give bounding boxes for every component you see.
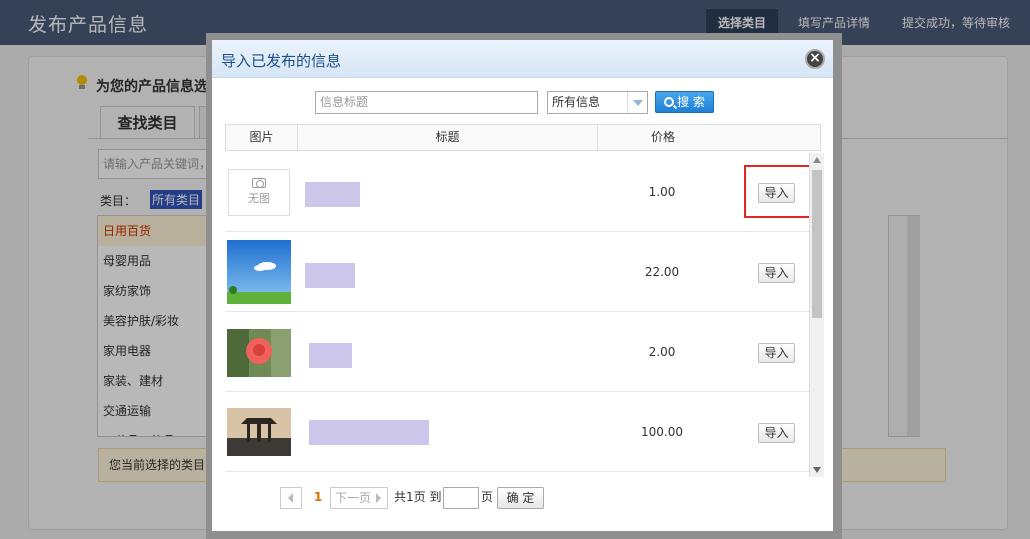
prev-page-button[interactable] xyxy=(280,487,302,509)
no-image-placeholder: 无图 xyxy=(228,169,290,216)
scroll-up-icon[interactable] xyxy=(813,157,821,163)
import-button[interactable]: 导入 xyxy=(758,343,795,363)
search-button-label: 搜 索 xyxy=(677,95,705,109)
next-page-button[interactable]: 下一页 xyxy=(330,487,388,509)
total-pages-label: 共1页 到 xyxy=(394,490,442,504)
thumbnail-pavilion xyxy=(227,408,291,456)
redacted-title xyxy=(309,420,429,445)
no-image-label: 无图 xyxy=(248,192,270,205)
highlight-box xyxy=(744,165,809,218)
column-title: 标题 xyxy=(298,125,598,150)
redacted-title xyxy=(305,263,355,288)
filter-value: 所有信息 xyxy=(552,95,601,109)
row-price: 2.00 xyxy=(648,345,676,359)
close-icon[interactable]: × xyxy=(805,49,825,69)
table-row: 无图 1.00 导入 xyxy=(225,152,809,232)
redacted-title xyxy=(309,343,352,368)
import-dialog: 导入已发布的信息 × 信息标题 所有信息 搜 索 图片 标题 价格 无图 1.0… xyxy=(212,40,833,531)
import-button[interactable]: 导入 xyxy=(758,423,795,443)
row-price: 22.00 xyxy=(644,265,680,279)
chevron-down-icon xyxy=(627,92,647,113)
thumbnail-sky xyxy=(227,240,291,304)
row-price: 1.00 xyxy=(648,185,676,199)
current-page[interactable]: 1 xyxy=(311,487,325,509)
confirm-page-button[interactable]: 确 定 xyxy=(497,487,544,509)
table-header: 图片 标题 价格 xyxy=(225,124,821,151)
search-input[interactable]: 信息标题 xyxy=(315,91,538,114)
import-button[interactable]: 导入 xyxy=(758,263,795,283)
info-list: 无图 1.00 导入 22.00 导入 2.00 导入 100.00 导入 xyxy=(225,152,809,476)
table-row: 22.00 导入 xyxy=(225,232,809,312)
column-price: 价格 xyxy=(650,130,675,144)
search-button[interactable]: 搜 索 xyxy=(655,91,714,113)
table-row: 100.00 导入 xyxy=(225,392,809,472)
camera-icon xyxy=(252,178,266,188)
info-filter-select[interactable]: 所有信息 xyxy=(547,91,648,114)
list-scrollbar[interactable] xyxy=(809,153,824,477)
page-unit-label: 页 xyxy=(481,490,494,504)
scroll-down-icon[interactable] xyxy=(813,467,821,473)
search-icon xyxy=(664,97,675,107)
column-image: 图片 xyxy=(226,125,298,150)
table-row: 2.00 导入 xyxy=(225,312,809,392)
page-number-input[interactable] xyxy=(443,487,479,509)
dialog-header: 导入已发布的信息 × xyxy=(212,40,833,78)
redacted-title xyxy=(305,182,360,207)
row-price: 100.00 xyxy=(641,425,683,439)
thumbnail-rose xyxy=(227,329,291,377)
scrollbar-thumb[interactable] xyxy=(812,170,822,318)
dialog-title: 导入已发布的信息 xyxy=(221,52,342,70)
